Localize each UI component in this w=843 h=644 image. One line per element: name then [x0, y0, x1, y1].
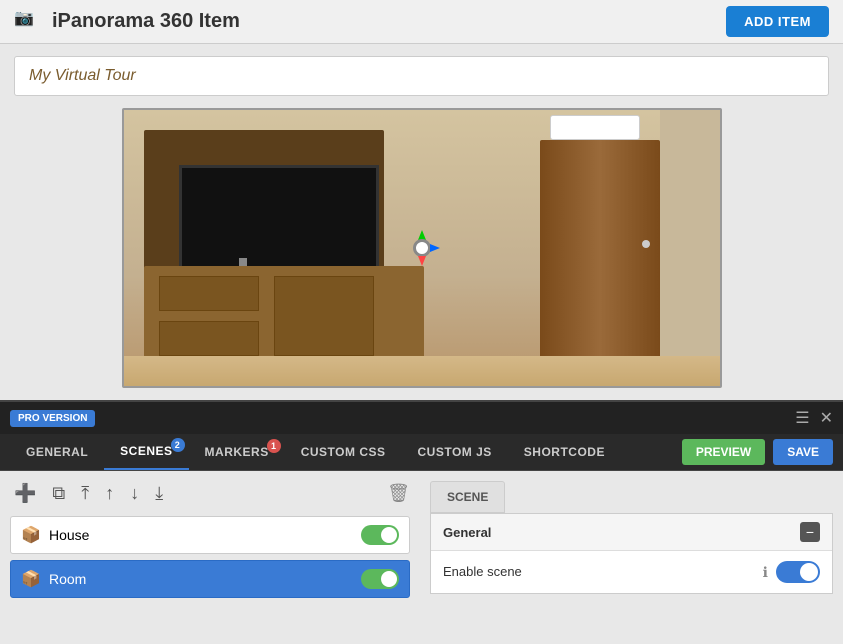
preview-button[interactable]: PREVIEW [682, 439, 765, 465]
house-toggle[interactable] [361, 525, 399, 545]
arrow-forward-icon [418, 256, 426, 266]
scene-tab-label: SCENE [430, 481, 505, 513]
scene-cube-icon-house: 📦 [21, 525, 41, 545]
hamburger-icon[interactable]: ☰ [795, 408, 809, 428]
close-icon[interactable]: ✕ [820, 408, 833, 428]
scene-item-room[interactable]: 📦 Room [10, 560, 410, 598]
collapse-general-button[interactable]: − [800, 522, 820, 542]
move-bottom-button[interactable]: ⤓ [151, 481, 167, 506]
house-toggle-knob [381, 527, 397, 543]
scene-label-room: Room [49, 571, 86, 587]
info-icon[interactable]: ℹ [763, 564, 768, 581]
marker-center [413, 239, 431, 257]
tab-shortcode[interactable]: SHORTCODE [508, 435, 621, 469]
scene-label-house: House [49, 527, 89, 543]
door-handle [642, 240, 650, 248]
delete-scene-button[interactable]: 🗑 [387, 483, 410, 504]
enable-scene-right: ℹ [763, 561, 820, 583]
scene-item-house[interactable]: 📦 House [10, 516, 410, 554]
enable-scene-row: Enable scene ℹ [431, 551, 832, 593]
navigation-marker[interactable] [404, 230, 440, 266]
panorama-container [14, 108, 829, 388]
app-title: iPanorama 360 Item [52, 10, 240, 33]
right-wall [660, 110, 720, 386]
header: 📷 iPanorama 360 Item ADD ITEM [0, 0, 843, 44]
bottom-panel: PRO VERSION ☰ ✕ GENERAL SCENES 2 MARKERS… [0, 400, 843, 626]
scenes-toolbar: ➕ ⧉ ⤒ ↑ ↓ ⤓ 🗑 [10, 481, 410, 506]
tab-custom-js[interactable]: CUSTOM JS [402, 435, 508, 469]
add-scene-button[interactable]: ➕ [10, 481, 40, 506]
arrow-right-icon [430, 244, 440, 252]
markers-badge: 1 [267, 439, 281, 453]
scene-cube-icon-room: 📦 [21, 569, 41, 589]
duplicate-scene-button[interactable]: ⧉ [48, 481, 69, 506]
dresser-drawer-3 [274, 276, 374, 356]
enable-scene-toggle[interactable] [776, 561, 820, 583]
panel-header-icons: ☰ ✕ [795, 408, 833, 428]
tour-title: My Virtual Tour [14, 56, 829, 96]
scenes-badge: 2 [171, 438, 185, 452]
scene-content: General − Enable scene ℹ [430, 513, 833, 594]
panorama-viewer[interactable] [122, 108, 722, 388]
tab-markers[interactable]: MARKERS 1 [189, 435, 285, 469]
scenes-right-panel: SCENE General − Enable scene ℹ [420, 471, 843, 626]
scene-item-house-left: 📦 House [21, 525, 89, 545]
tab-general[interactable]: GENERAL [10, 435, 104, 469]
tab-scenes[interactable]: SCENES 2 [104, 434, 188, 470]
app-icon: 📷 [14, 8, 42, 36]
panel-header-bar: PRO VERSION ☰ ✕ [0, 402, 843, 434]
general-section-header: General − [431, 514, 832, 551]
tab-custom-css[interactable]: CUSTOM CSS [285, 435, 402, 469]
door [540, 140, 660, 360]
floor [124, 356, 720, 386]
header-left: 📷 iPanorama 360 Item [14, 8, 240, 36]
scenes-left-panel: ➕ ⧉ ⤒ ↑ ↓ ⤓ 🗑 📦 House [0, 471, 420, 626]
dresser [144, 266, 424, 366]
room-toggle-knob [381, 571, 397, 587]
move-top-button[interactable]: ⤒ [77, 481, 93, 506]
tv-screen [179, 165, 379, 280]
add-item-button[interactable]: ADD ITEM [726, 6, 829, 37]
dresser-drawer-2 [159, 321, 259, 356]
enable-scene-label: Enable scene [443, 564, 522, 579]
enable-scene-toggle-knob [800, 563, 818, 581]
tabs-bar: GENERAL SCENES 2 MARKERS 1 CUSTOM CSS CU… [0, 434, 843, 471]
move-down-button[interactable]: ↓ [126, 481, 143, 506]
scene-item-room-left: 📦 Room [21, 569, 86, 589]
tabs-right-buttons: PREVIEW SAVE [682, 439, 833, 465]
general-label: General [443, 525, 491, 540]
dresser-drawer-1 [159, 276, 259, 311]
content-area: ➕ ⧉ ⤒ ↑ ↓ ⤓ 🗑 📦 House [0, 471, 843, 626]
pro-badge: PRO VERSION [10, 410, 95, 427]
room-toggle[interactable] [361, 569, 399, 589]
enable-scene-label-group: Enable scene [443, 563, 522, 581]
air-conditioner [550, 115, 640, 140]
save-button[interactable]: SAVE [773, 439, 833, 465]
move-up-button[interactable]: ↑ [101, 481, 118, 506]
